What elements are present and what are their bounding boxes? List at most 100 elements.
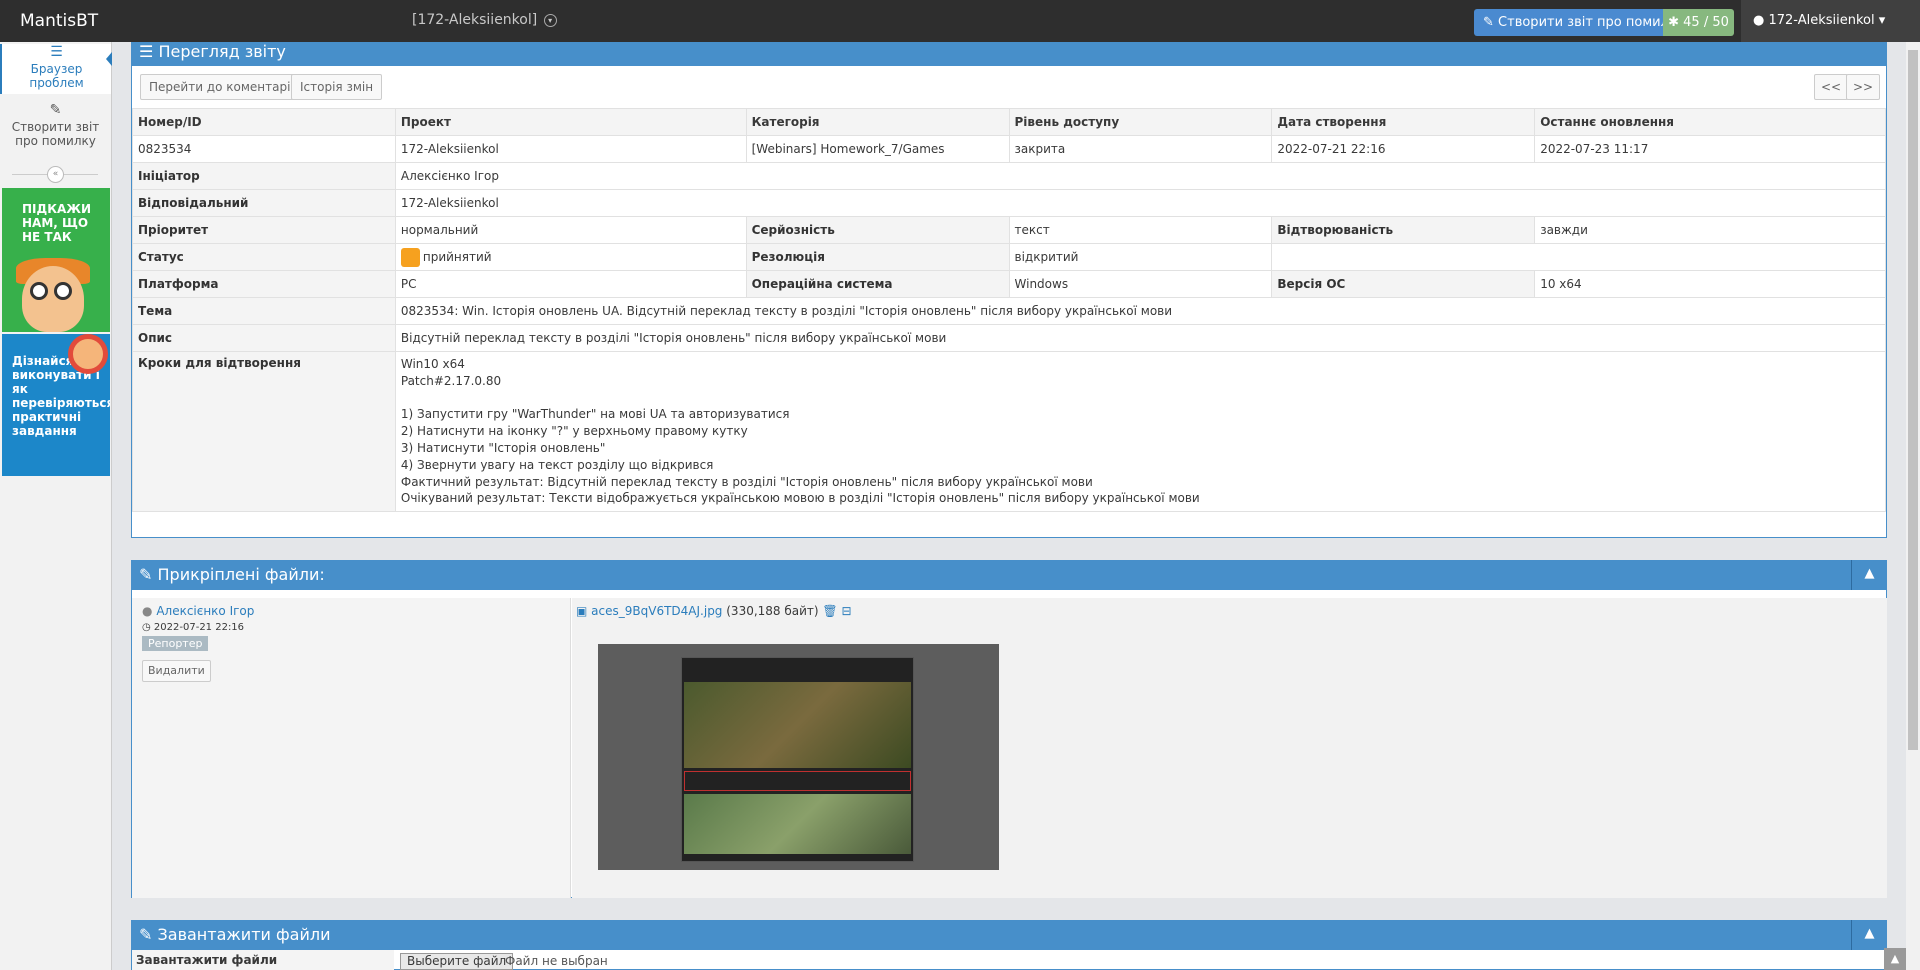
- category-value: [Webinars] Homework_7/Games: [745, 135, 1010, 163]
- user-icon: ●: [142, 604, 153, 618]
- os-version-label: Версія ОС: [1271, 270, 1536, 298]
- panel-title: Прикріплені файли:: [157, 565, 325, 584]
- assigned-label: Відповідальний: [132, 189, 396, 217]
- steps-line: 2) Натиснути на іконку "?" у верхньому п…: [400, 424, 748, 439]
- jump-to-notes-button[interactable]: Перейти до коментарів: [140, 74, 307, 100]
- priority-label: Пріоритет: [132, 216, 396, 244]
- table-row: Ініціатор Алексієнко Ігор: [132, 162, 1887, 190]
- column-header: Дата створення: [1271, 108, 1536, 136]
- prev-issue-button[interactable]: <<: [1814, 74, 1849, 100]
- table-row: Опис Відсутній переклад тексту в розділі…: [132, 324, 1887, 352]
- chevron-up-icon[interactable]: ▲: [1851, 560, 1887, 590]
- scrollbar-thumb[interactable]: [1908, 50, 1918, 750]
- view-issue-header: ☰ Перегляд звіту: [131, 42, 1887, 66]
- tasks-info-banner[interactable]: Дізнайся як виконувати і як перевіряютьс…: [2, 334, 110, 476]
- os-value: Windows: [1008, 270, 1273, 298]
- project-selector[interactable]: [172-Aleksiienkol] ▾: [412, 12, 557, 28]
- panel-title: Перегляд звіту: [158, 42, 286, 61]
- screenshot-highlight: [684, 771, 911, 791]
- steps-line: Фактичний результат: Відсутній переклад …: [400, 474, 1093, 489]
- attachment-file-row: ▣ aces_9BqV6TD4AJ.jpg (330,188 байт) 🗑 ⊟: [576, 604, 852, 618]
- view-state-value: закрита: [1008, 135, 1273, 163]
- attachment-image-preview[interactable]: [598, 644, 999, 870]
- column-header: Останнє оновлення: [1534, 108, 1886, 136]
- user-menu[interactable]: ● 172-Aleksiienkol ▾: [1741, 0, 1920, 42]
- steps-line: Очікуваний результат: Тексти відображуєт…: [400, 491, 1200, 506]
- status-value: прийнятий: [422, 249, 492, 264]
- table-row: Пріоритет нормальний Серйозність текст В…: [132, 216, 1886, 244]
- report-issue-label: Створити звіт про помилку: [1498, 15, 1685, 30]
- attachment-date: 2022-07-21 22:16: [153, 622, 245, 633]
- description-label: Опис: [132, 324, 396, 352]
- severity-label: Серйозність: [745, 216, 1010, 244]
- delete-note-button[interactable]: Видалити: [142, 660, 211, 682]
- table-header-row: Номер/ID Проект Категорія Рівень доступу…: [132, 108, 1886, 136]
- upload-panel: Завантажити файли Выберите файл Файл не …: [131, 950, 1887, 970]
- steps-value: Win10 x64 Patch#2.17.0.80 1) Запустити г…: [394, 350, 1887, 513]
- brand-logo[interactable]: MantisBT: [20, 11, 98, 31]
- sidebar-collapse[interactable]: «: [0, 166, 111, 183]
- paperclip-icon: ✎: [139, 925, 153, 944]
- summary-value: 0823534: Win. Історія оновлень UA. Відсу…: [394, 297, 1887, 325]
- attachment-file-size: (330,188 байт): [726, 604, 819, 618]
- scroll-to-top-icon[interactable]: ▲: [1884, 948, 1906, 970]
- os-version-value: 10 x64: [1534, 270, 1886, 298]
- attachments-panel: ● Алексієнко Ігор ◷ 2022-07-21 22:16 Реп…: [131, 590, 1887, 898]
- minus-square-icon[interactable]: ⊟: [841, 604, 851, 618]
- attachment-file-link[interactable]: aces_9BqV6TD4AJ.jpg: [591, 604, 722, 618]
- chevron-down-icon: ▾: [543, 13, 557, 27]
- choose-file-button[interactable]: Выберите файл: [400, 953, 514, 970]
- table-row: Платформа PC Операційна система Windows …: [132, 270, 1886, 298]
- project-value: 172-Aleksiienkol: [394, 135, 747, 163]
- priority-value: нормальний: [394, 216, 747, 244]
- platform-label: Платформа: [132, 270, 396, 298]
- sidebar-item-report-issue[interactable]: ✎ Створити звіт про помилку: [0, 102, 111, 158]
- upload-header: ✎ Завантажити файли ▲: [131, 920, 1887, 950]
- feedback-banner[interactable]: ПІДКАЖИ НАМ, ЩО НЕ ТАК: [2, 188, 110, 332]
- table-row: Тема 0823534: Win. Історія оновлень UA. …: [132, 297, 1887, 325]
- resolution-value: відкритий: [1008, 243, 1273, 271]
- glasses-icon: [54, 282, 72, 300]
- status-cell: прийнятий: [394, 243, 747, 271]
- next-issue-button[interactable]: >>: [1846, 74, 1881, 100]
- clock-icon: ◷: [142, 622, 151, 633]
- assigned-value: 172-Aleksiienkol: [394, 189, 1887, 217]
- attachments-header: ✎ Прикріплені файли: ▲: [131, 560, 1887, 590]
- cartoon-face: [22, 266, 84, 332]
- issue-history-button[interactable]: Історія змін: [291, 74, 383, 100]
- issue-count-badge[interactable]: ✱ 45 / 50: [1663, 9, 1734, 36]
- platform-value: PC: [394, 270, 747, 298]
- resolution-label: Резолюція: [745, 243, 1010, 271]
- column-header: Проект: [394, 108, 747, 136]
- summary-label: Тема: [132, 297, 396, 325]
- description-value: Відсутній переклад тексту в розділі "Іст…: [394, 324, 1887, 352]
- reproducibility-value: завжди: [1534, 216, 1886, 244]
- top-navbar: MantisBT [172-Aleksiienkol] ▾ ✎ Створити…: [0, 0, 1920, 42]
- paperclip-icon: ✎: [139, 565, 153, 584]
- severity-value: текст: [1008, 216, 1273, 244]
- glasses-icon: [30, 282, 48, 300]
- no-file-text: Файл не выбран: [505, 954, 608, 968]
- column-header: Категорія: [745, 108, 1010, 136]
- report-issue-button[interactable]: ✎ Створити звіт про помилку: [1474, 9, 1694, 36]
- steps-label: Кроки для відтворення: [132, 350, 396, 513]
- chevron-up-icon[interactable]: ▲: [1851, 920, 1887, 950]
- date-submitted: 2022-07-21 22:16: [1271, 135, 1536, 163]
- page-scrollbar[interactable]: [1906, 42, 1920, 970]
- sidebar-item-browse-issues[interactable]: ☰ Браузер проблем: [0, 44, 112, 94]
- steps-line: [401, 390, 1880, 407]
- chevron-down-icon: ▾: [1878, 13, 1886, 28]
- attachment-author-link[interactable]: Алексієнко Ігор: [156, 604, 254, 618]
- collapse-icon[interactable]: «: [47, 166, 64, 183]
- steps-line: 3) Натиснути "Історія оновлень": [400, 440, 606, 455]
- sidebar: ☰ Браузер проблем ✎ Створити звіт про по…: [0, 42, 112, 970]
- edit-icon: ✎: [1483, 15, 1494, 30]
- bug-icon: ✱: [1668, 15, 1680, 30]
- screenshot-image-bottom: [684, 794, 911, 854]
- trash-icon[interactable]: 🗑: [822, 604, 837, 618]
- feedback-banner-text: ПІДКАЖИ НАМ, ЩО НЕ ТАК: [22, 202, 92, 244]
- issue-id: 0823534: [132, 135, 396, 163]
- reporter-value: Алексієнко Ігор: [394, 162, 1887, 190]
- table-row: 0823534 172-Aleksiienkol [Webinars] Home…: [132, 135, 1886, 163]
- status-color-icon: [400, 247, 420, 267]
